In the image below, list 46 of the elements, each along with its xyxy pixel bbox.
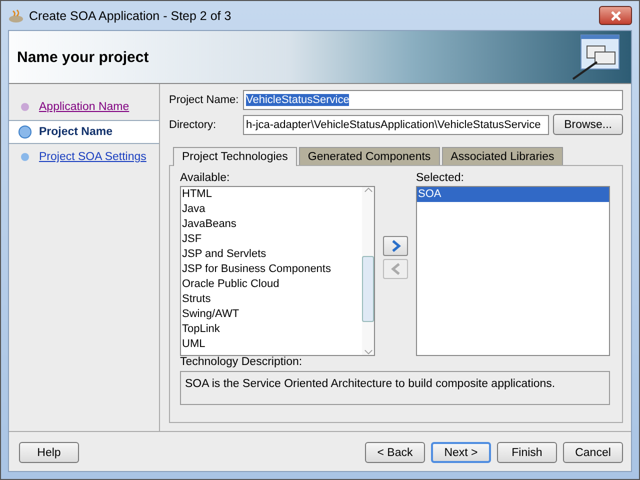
page-title: Name your project [17, 48, 149, 66]
windows-icon [571, 34, 621, 80]
dialog-button[interactable]: Next > [431, 442, 491, 463]
list-item[interactable]: JSP for Business Components [181, 262, 362, 277]
scroll-up-icon [364, 187, 372, 193]
list-item[interactable]: JSF [181, 232, 362, 247]
dialog-button[interactable]: Cancel [563, 442, 623, 463]
step-item[interactable]: Project SOA Settings [9, 146, 159, 168]
tab[interactable]: Project Technologies [173, 147, 297, 166]
directory-field[interactable]: h-jca-adapter\VehicleStatusApplication\VehicleStatusService [243, 114, 550, 134]
close-button[interactable] [599, 6, 632, 25]
list-item[interactable]: TopLink [181, 322, 362, 337]
list-item[interactable]: Oracle Public Cloud [181, 277, 362, 292]
scrollbar[interactable] [362, 187, 374, 355]
description-label: Technology Description: [180, 356, 304, 368]
field-label: Project Name: [169, 94, 239, 106]
list-label: Selected: [416, 172, 465, 184]
available-list[interactable]: HTML Java JavaBeans JSF JSP and Servlets JSP for Business Components Oracle Public Cloud Struts Swing/AWT TopLink UML [180, 186, 375, 356]
chevron-left-icon [390, 263, 402, 275]
field-label: Directory: [169, 118, 218, 130]
list-item[interactable]: Java [181, 202, 362, 217]
step-item[interactable]: Project Name [9, 120, 159, 144]
chevron-right-icon [390, 240, 402, 252]
list-item[interactable]: UML [181, 337, 362, 352]
list-item[interactable]: HTML [181, 187, 362, 202]
tab[interactable]: Associated Libraries [442, 147, 564, 165]
list-item[interactable]: JavaBeans [181, 217, 362, 232]
description-box: SOA is the Service Oriented Architecture to build composite applications. [180, 371, 610, 405]
browse-button[interactable]: Browse... [553, 114, 623, 135]
cup-icon [8, 8, 24, 24]
list-item[interactable]: Swing/AWT [181, 307, 362, 322]
close-icon [610, 10, 620, 20]
tab[interactable]: Generated Components [298, 147, 440, 165]
dialog-button[interactable]: < Back [365, 442, 425, 463]
list-item[interactable]: Struts [181, 292, 362, 307]
selected-list[interactable]: SOA [416, 186, 610, 356]
window-title: Create SOA Application - Step 2 of 3 [29, 8, 232, 22]
list-item[interactable]: JSP and Servlets [181, 247, 362, 262]
dialog-button[interactable]: Finish [497, 442, 557, 463]
scroll-down-icon [364, 349, 372, 355]
list-item[interactable]: SOA [417, 187, 609, 202]
dialog-button[interactable]: Help [19, 442, 79, 463]
add-button[interactable] [383, 236, 408, 256]
project-name-field[interactable]: VehicleStatusService [243, 90, 623, 110]
list-label: Available: [180, 172, 231, 184]
step-item[interactable]: Application Name [9, 96, 159, 118]
